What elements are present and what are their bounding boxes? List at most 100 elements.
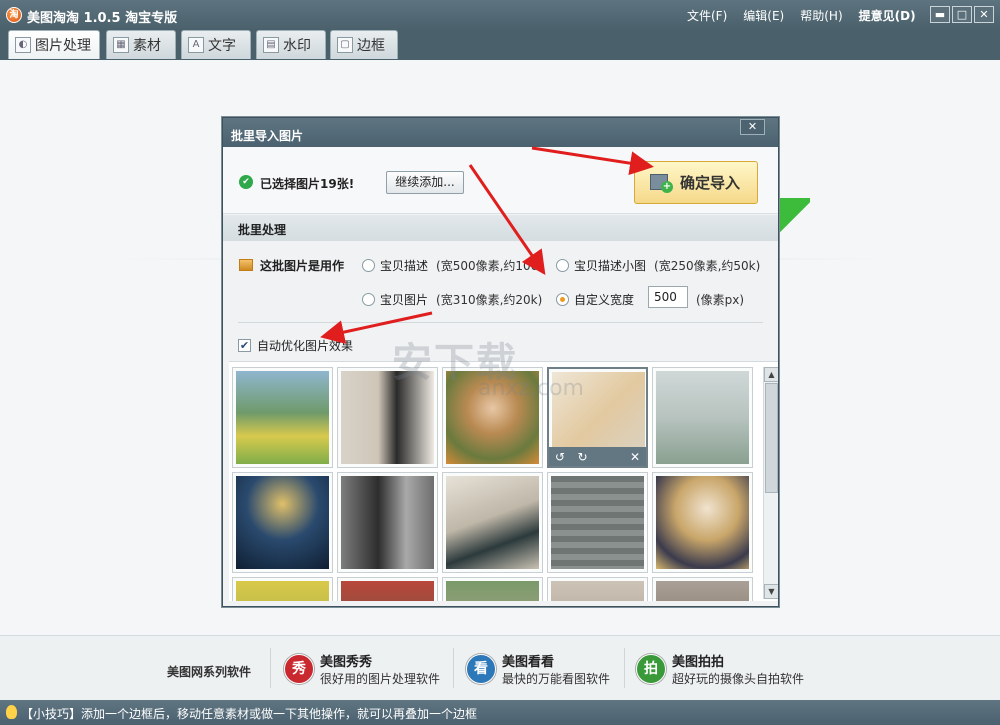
photo-image xyxy=(236,476,329,569)
thumbnail[interactable] xyxy=(232,472,333,573)
xiuxiu-icon: 秀 xyxy=(284,654,314,684)
watermark-url: anxz.com xyxy=(478,376,584,401)
menu-edit[interactable]: 编辑(E) xyxy=(735,7,792,24)
promo-item-xiuxiu[interactable]: 秀 美图秀秀 很好用的图片处理软件 xyxy=(284,651,440,687)
thumbnail[interactable] xyxy=(652,577,753,601)
photo-image xyxy=(656,581,749,601)
thumbnail[interactable] xyxy=(232,367,333,468)
scroll-down-icon[interactable]: ▼ xyxy=(764,584,778,599)
radio-label: 自定义宽度 xyxy=(574,293,635,307)
promo-name: 美图秀秀 xyxy=(320,655,373,670)
thumbnail[interactable] xyxy=(442,577,543,601)
scroll-up-icon[interactable]: ▲ xyxy=(764,367,778,382)
divider xyxy=(453,648,454,688)
status-bar: 【小技巧】添加一个边框后，移动任意素材或做一下其他操作，就可以再叠加一个边框 xyxy=(0,700,1000,725)
auto-optimize-checkbox[interactable]: ✔ 自动优化图片效果 xyxy=(238,337,353,354)
menu-help[interactable]: 帮助(H) xyxy=(792,7,850,24)
radio-button[interactable] xyxy=(556,259,569,272)
scrollbar[interactable]: ▲ ▼ xyxy=(763,367,778,599)
radio-button[interactable] xyxy=(556,293,569,306)
radio-item-product[interactable]: 宝贝图片 (宽310像素,约20k) xyxy=(362,291,542,308)
divider xyxy=(270,648,271,688)
photo-image xyxy=(446,581,539,601)
rotate-right-icon[interactable]: ↻ xyxy=(577,450,587,464)
app-title: 美图淘淘 1.0.5 淘宝专版 xyxy=(27,11,178,26)
promo-desc: 最快的万能看图软件 xyxy=(502,672,611,686)
tab-text[interactable]: A 文字 xyxy=(181,30,251,59)
title-bar: 淘 美图淘淘 1.0.5 淘宝专版 文件(F) 编辑(E) 帮助(H) 提意见(… xyxy=(0,0,1000,30)
tab-photo-process[interactable]: ◐ 图片处理 xyxy=(8,30,100,59)
promo-desc: 超好玩的摄像头自拍软件 xyxy=(672,672,805,686)
promo-desc: 很好用的图片处理软件 xyxy=(320,672,441,686)
thumbnail[interactable] xyxy=(442,472,543,573)
confirm-import-label: 确定导入 xyxy=(680,174,741,192)
check-circle-icon: ✔ xyxy=(239,175,253,189)
thumbnail[interactable] xyxy=(547,472,648,573)
thumbnail[interactable] xyxy=(652,367,753,468)
radio-hint: (宽310像素,约20k) xyxy=(436,293,543,307)
close-icon[interactable]: ✕ xyxy=(974,6,994,23)
radio-item-desc[interactable]: 宝贝描述 (宽500像素,约100 xyxy=(362,257,538,274)
radio-button[interactable] xyxy=(362,293,375,306)
thumbnail[interactable] xyxy=(232,577,333,601)
scroll-thumb[interactable] xyxy=(765,383,778,493)
tab-material[interactable]: ▦ 素材 xyxy=(106,30,176,59)
use-label: 这批图片是用作 xyxy=(260,259,345,273)
promo-item-kankan[interactable]: 看 美图看看 最快的万能看图软件 xyxy=(466,651,610,687)
batch-process-heading: 批里处理 xyxy=(223,215,778,241)
green-arrow-icon xyxy=(778,198,810,238)
watermark-icon: ▤ xyxy=(263,37,279,53)
checkbox-icon[interactable]: ✔ xyxy=(238,339,251,352)
promo-title: 美图网系列软件 xyxy=(167,665,252,679)
promo-bar: 美图网系列软件 秀 美图秀秀 很好用的图片处理软件 看 美图看看 最快的万能看图… xyxy=(0,635,1000,700)
window-controls: ▬ □ ✕ xyxy=(930,6,994,23)
maximize-icon[interactable]: □ xyxy=(952,6,972,23)
thumbnail-toolbar: ↺ ↻ ✕ xyxy=(549,447,646,466)
continue-add-button[interactable]: 继续添加... xyxy=(386,171,464,194)
thumbnail[interactable] xyxy=(337,472,438,573)
radio-label: 宝贝图片 xyxy=(380,293,429,307)
tab-border[interactable]: ▢ 边框 xyxy=(330,30,398,59)
photo-image xyxy=(341,581,434,601)
thumbnail[interactable] xyxy=(337,577,438,601)
thumbnail[interactable] xyxy=(652,472,753,573)
radio-item-custom[interactable]: 自定义宽度 xyxy=(556,291,634,308)
thumbnail[interactable] xyxy=(547,577,648,601)
dialog-title-text: 批里导入图片 xyxy=(231,129,304,143)
paipai-icon: 拍 xyxy=(636,654,666,684)
dialog-header-panel: ✔ 已选择图片19张! 继续添加... + 确定导入 xyxy=(223,147,778,214)
tab-label: 素材 xyxy=(133,38,161,54)
text-icon: A xyxy=(188,37,204,53)
photo-image xyxy=(341,476,434,569)
confirm-import-button[interactable]: + 确定导入 xyxy=(634,161,758,204)
tab-watermark[interactable]: ▤ 水印 xyxy=(256,30,326,59)
photo-image xyxy=(551,581,644,601)
photo-image xyxy=(656,476,749,569)
selected-count-text: 已选择图片19张! xyxy=(260,177,355,191)
image-use-icon xyxy=(239,259,253,271)
menu-bar: 文件(F) 编辑(E) 帮助(H) 提意见(D) xyxy=(679,7,924,24)
promo-name: 美图看看 xyxy=(502,655,555,670)
kankan-icon: 看 xyxy=(466,654,496,684)
radio-item-desc-small[interactable]: 宝贝描述小图 (宽250像素,约50k) xyxy=(556,257,760,274)
divider xyxy=(238,322,763,323)
radio-button[interactable] xyxy=(362,259,375,272)
menu-feedback[interactable]: 提意见(D) xyxy=(851,7,924,24)
photo-image xyxy=(236,581,329,601)
photo-image xyxy=(551,476,644,569)
photo-image xyxy=(236,371,329,464)
minimize-icon[interactable]: ▬ xyxy=(930,6,950,23)
radio-label: 宝贝描述 xyxy=(380,259,429,273)
tab-label: 水印 xyxy=(283,38,311,54)
custom-width-input[interactable]: 500 xyxy=(648,286,688,308)
rotate-left-icon[interactable]: ↺ xyxy=(555,450,565,464)
dialog-close-icon[interactable]: ✕ xyxy=(740,119,765,135)
divider xyxy=(624,648,625,688)
photo-image xyxy=(446,476,539,569)
photo-process-icon: ◐ xyxy=(15,37,31,53)
remove-icon[interactable]: ✕ xyxy=(630,450,640,464)
app-logo-icon: 淘 xyxy=(6,7,22,23)
tab-label: 图片处理 xyxy=(35,38,91,54)
menu-file[interactable]: 文件(F) xyxy=(679,7,735,24)
promo-item-paipai[interactable]: 拍 美图拍拍 超好玩的摄像头自拍软件 xyxy=(636,651,804,687)
